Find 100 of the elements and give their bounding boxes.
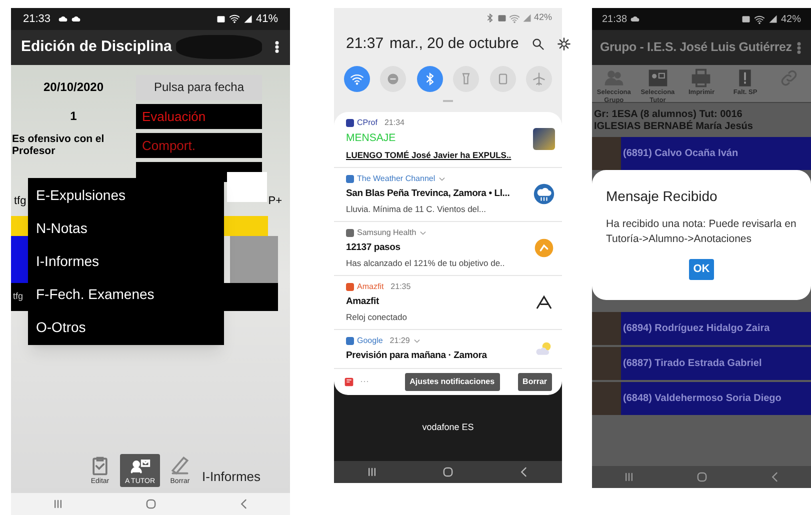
photo-placeholder	[592, 347, 621, 380]
quick-toggle[interactable]	[453, 66, 480, 92]
notification-text: Reloj conectado	[346, 310, 408, 324]
news-app-icon	[344, 376, 354, 387]
behaviour-text: Es ofensivo con el Profesor	[11, 133, 106, 158]
notification-text: Lluvia. Mínima de 11 C. Vientos del...	[346, 202, 488, 216]
time-text: 21:34	[384, 117, 404, 129]
wifi-icon	[508, 12, 520, 24]
notification-card[interactable]: CProf 21:34 MENSAJE LUENGO TOMÉ José Javier ha EXPULS..	[334, 112, 562, 168]
wifi-icon	[754, 14, 765, 24]
notification-title: 12137 pasos	[346, 240, 402, 254]
evaluation-value: 1	[69, 108, 78, 126]
student-row[interactable]: (6894) Rodríguez Hidalgo Zaira	[621, 312, 811, 345]
date-text: 20/10/2020	[42, 79, 105, 96]
quick-toggle[interactable]	[344, 66, 370, 92]
photo-placeholder	[592, 382, 621, 415]
drag-handle[interactable]	[443, 100, 453, 102]
color-bar	[11, 236, 28, 283]
app-name: The Weather Channel	[357, 172, 436, 184]
clock-text: 21:37	[346, 34, 384, 54]
notification-title: San Blas Peña Trevinca, Zamora • Ll...	[346, 186, 511, 200]
menu-item[interactable]: O-Otros	[28, 310, 224, 344]
field-label: tfg	[14, 194, 26, 210]
date-text: mar., 20 de octubre	[390, 34, 519, 54]
student-row[interactable]: (6848) Valdehermoso Soria Diego	[621, 382, 811, 415]
cloud-icon	[630, 14, 640, 24]
app-icon	[346, 282, 354, 290]
quick-toggle[interactable]	[380, 66, 406, 92]
group-info-text: IGLESIAS BERNABÉ María Jesús	[594, 121, 754, 133]
footer-button[interactable]: Ajustes notificaciones	[404, 372, 500, 391]
date-button[interactable]: Pulsa para fecha	[136, 74, 262, 100]
home-icon[interactable]	[441, 465, 455, 479]
carrier-text: vodafone ES	[422, 421, 474, 434]
airplane-icon	[532, 72, 546, 86]
battery-text: 42%	[780, 12, 801, 26]
expand-icon[interactable]	[412, 336, 421, 344]
side-panel	[230, 236, 278, 283]
signal-icon	[522, 13, 532, 23]
cloud-icon	[70, 14, 81, 24]
cloud-icon	[58, 14, 68, 24]
quick-toggle[interactable]	[416, 66, 443, 92]
expand-icon[interactable]	[438, 174, 446, 182]
rain-cloud-icon	[533, 183, 555, 205]
search-icon[interactable]	[530, 37, 545, 51]
evaluation-button[interactable]: Evaluación	[136, 104, 262, 129]
group-info-text: Gr: 1ESA (8 alumnos) Tut: 0016	[594, 109, 744, 120]
app-name: Amazfit	[357, 280, 384, 292]
settings-icon[interactable]	[556, 37, 571, 51]
footer-button[interactable]: Borrar	[518, 372, 552, 391]
screen-title: Grupo - I.E.S. José Luis Gutiérrez	[600, 39, 792, 56]
battery-text: 42%	[534, 11, 552, 24]
app-name: CProf	[357, 117, 378, 129]
field-suffix: P+	[268, 194, 282, 210]
notification-card[interactable]: Google 21:29 Previsión para mañana · Zamora	[334, 330, 562, 369]
notification-text: Has alcanzado el 121% de tu objetivo de..	[346, 256, 506, 270]
toolbar-caption: I-Informes	[202, 468, 261, 486]
app-icon	[346, 119, 354, 127]
time-text: 21:29	[390, 334, 410, 346]
notification-title: MENSAJE	[346, 131, 397, 146]
menu-item[interactable]: F-Fech. Examenes	[28, 278, 224, 311]
expand-icon[interactable]	[419, 228, 428, 236]
quick-toggle[interactable]	[526, 66, 552, 92]
student-row[interactable]: (6891) Calvo Ocaña Iván	[621, 137, 811, 170]
dialog-message: Ha recibido una nota: Puede revisarla en Tutoría->Alumno->Anotaciones	[606, 217, 797, 247]
clock-text: 21:33	[23, 12, 51, 27]
battery-text: 41%	[256, 12, 278, 27]
wifi-icon	[228, 13, 240, 24]
notification-card[interactable]: The Weather Channel San Blas Peña Trevinca, Zamora • Ll... Lluvia. Mínima de 11 C. Vientos del...	[334, 168, 562, 222]
notification-card[interactable]: Samsung Health 12137 pasos Has alcanzado el 121% de tu objetivo de..	[334, 222, 562, 276]
home-icon[interactable]	[694, 470, 708, 484]
app-name: Google	[357, 334, 383, 346]
notification-title: Amazfit	[346, 294, 380, 308]
screen-title: Edición de Disciplina	[21, 37, 172, 58]
bluetooth-icon	[484, 13, 495, 23]
home-icon[interactable]	[144, 497, 158, 511]
do-not-disturb-icon	[386, 72, 400, 86]
app-icon	[346, 174, 354, 182]
field-label: tfg	[13, 290, 24, 304]
app-name: Samsung Health	[357, 226, 416, 238]
wifi-icon	[350, 72, 364, 86]
menu-item[interactable]: N-Notas	[28, 212, 224, 245]
triangle-logo-icon	[535, 293, 553, 311]
app-logo-icon	[533, 128, 555, 150]
menu-item[interactable]: E-Expulsiones	[28, 178, 224, 212]
quick-toggle[interactable]	[490, 66, 516, 92]
menu-item[interactable]: I-Informes	[28, 244, 224, 278]
photo-placeholder	[592, 312, 621, 345]
photo-placeholder	[592, 137, 621, 170]
time-text: 21:35	[390, 280, 411, 292]
signal-icon	[768, 14, 778, 24]
notification-card[interactable]: Amazfit 21:35 Amazfit Reloj conectado	[334, 276, 562, 330]
ok-button[interactable]: OK	[689, 259, 714, 280]
student-row[interactable]: (6887) Tirado Estrada Gabriel	[621, 347, 811, 380]
more-text: ···	[360, 375, 369, 388]
app-icon	[346, 228, 354, 236]
notification-text: LUENGO TOMÉ José Javier ha EXPULS..	[346, 148, 512, 162]
input-field[interactable]	[227, 172, 268, 202]
clock-text: 21:38	[602, 12, 628, 26]
signal-icon	[242, 14, 253, 24]
app-icon	[346, 336, 354, 344]
